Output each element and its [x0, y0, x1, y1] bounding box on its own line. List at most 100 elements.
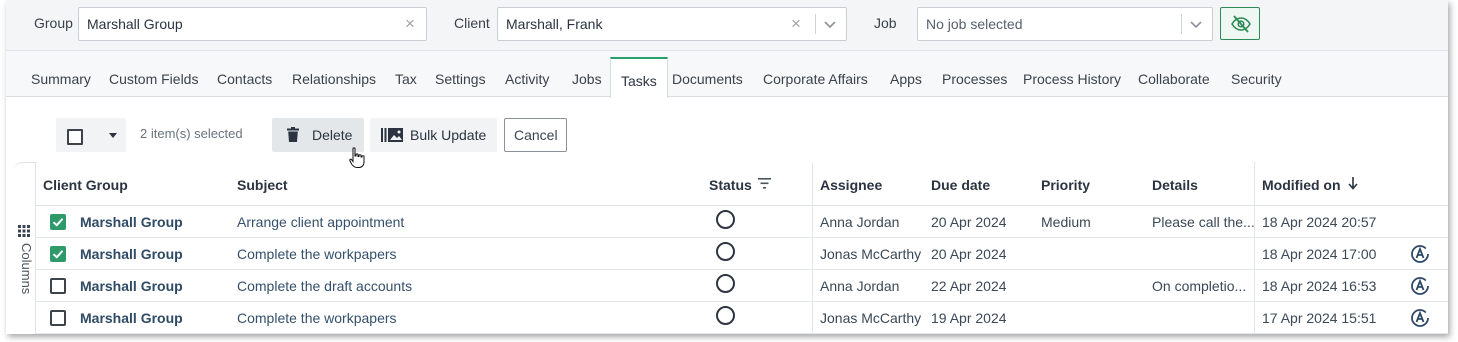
tab-collaborate[interactable]: Collaborate — [1138, 71, 1210, 87]
table-row[interactable]: Marshall Group Complete the draft accoun… — [36, 270, 1448, 302]
group-label: Group — [34, 15, 73, 31]
tab-tax[interactable]: Tax — [395, 71, 417, 87]
client-select[interactable]: Marshall, Frank × — [497, 7, 847, 41]
client-group-cell[interactable]: Marshall Group — [80, 310, 183, 326]
tab-apps[interactable]: Apps — [890, 71, 922, 87]
columns-label: Columns — [19, 243, 34, 295]
modified-on-cell: 18 Apr 2024 20:57 — [1262, 214, 1377, 230]
header-status[interactable]: Status — [709, 177, 752, 193]
group-value: Marshall Group — [87, 16, 183, 32]
status-not-started-icon[interactable] — [716, 210, 735, 229]
automation-icon[interactable] — [1410, 276, 1430, 296]
header-details[interactable]: Details — [1152, 177, 1198, 193]
job-label: Job — [874, 15, 897, 31]
table-row[interactable]: Marshall Group Complete the workpapers J… — [36, 302, 1448, 334]
client-group-cell[interactable]: Marshall Group — [80, 246, 183, 262]
details-cell: On completio... — [1152, 278, 1247, 294]
trash-icon — [287, 127, 299, 142]
subject-cell[interactable]: Complete the workpapers — [237, 310, 397, 326]
job-select[interactable]: No job selected — [917, 7, 1213, 41]
toggle-visibility-button[interactable] — [1220, 7, 1260, 40]
modified-on-cell: 17 Apr 2024 15:51 — [1262, 310, 1377, 326]
header-assignee[interactable]: Assignee — [820, 177, 882, 193]
chevron-down-icon[interactable] — [823, 17, 837, 31]
due-date-cell: 20 Apr 2024 — [931, 246, 1007, 262]
assignee-cell: Jonas McCarthy — [820, 310, 922, 326]
header-due-date[interactable]: Due date — [931, 177, 990, 193]
tab-relationships[interactable]: Relationships — [292, 71, 376, 87]
tab-security[interactable]: Security — [1231, 71, 1282, 87]
status-not-started-icon[interactable] — [716, 274, 735, 293]
table-row[interactable]: Marshall Group Complete the workpapers J… — [36, 238, 1448, 270]
columns-toggle[interactable]: Columns — [13, 162, 36, 334]
due-date-cell: 22 Apr 2024 — [931, 278, 1007, 294]
tab-process-history[interactable]: Process History — [1023, 71, 1121, 87]
row-checkbox[interactable] — [50, 214, 66, 230]
job-placeholder: No job selected — [926, 16, 1023, 32]
assignee-cell: Jonas McCarthy — [820, 246, 922, 262]
modified-on-cell: 18 Apr 2024 16:53 — [1262, 278, 1377, 294]
row-checkbox[interactable] — [50, 246, 66, 262]
priority-cell: Medium — [1041, 214, 1091, 230]
tab-processes[interactable]: Processes — [942, 71, 1007, 87]
clear-icon[interactable]: × — [405, 14, 415, 34]
header-priority[interactable]: Priority — [1041, 177, 1090, 193]
subject-cell[interactable]: Arrange client appointment — [237, 214, 404, 230]
header-modified-on[interactable]: Modified on — [1262, 177, 1341, 193]
chevron-down-icon[interactable] — [1189, 17, 1203, 31]
grid-dots-icon — [18, 225, 30, 237]
cancel-label: Cancel — [514, 127, 558, 143]
clear-icon[interactable]: × — [791, 14, 801, 34]
tab-activity[interactable]: Activity — [505, 71, 549, 87]
status-not-started-icon[interactable] — [716, 242, 735, 261]
header-subject[interactable]: Subject — [237, 177, 288, 193]
assignee-cell: Anna Jordan — [820, 214, 900, 230]
tab-bar: Summary Custom Fields Contacts Relations… — [6, 50, 1448, 98]
selection-count: 2 item(s) selected — [140, 126, 243, 141]
checkmark-icon — [52, 250, 64, 259]
tasks-grid: Columns Client Group Subject Status Assi… — [13, 162, 1448, 334]
client-value: Marshall, Frank — [506, 16, 603, 32]
divider — [815, 14, 816, 34]
eye-off-icon — [1231, 15, 1251, 33]
select-all-checkbox[interactable] — [67, 129, 83, 145]
row-checkbox[interactable] — [50, 310, 66, 326]
table-row[interactable]: Marshall Group Arrange client appointmen… — [36, 206, 1448, 238]
delete-label: Delete — [312, 127, 353, 143]
tab-documents[interactable]: Documents — [672, 71, 743, 87]
automation-icon[interactable] — [1410, 308, 1430, 328]
status-not-started-icon[interactable] — [716, 306, 735, 325]
client-group-cell[interactable]: Marshall Group — [80, 278, 183, 294]
header-client-group[interactable]: Client Group — [43, 177, 128, 193]
app-window: Group Marshall Group × Client Marshall, … — [6, 0, 1448, 334]
bulk-update-label: Bulk Update — [410, 127, 487, 143]
tab-summary[interactable]: Summary — [31, 71, 91, 87]
due-date-cell: 19 Apr 2024 — [931, 310, 1007, 326]
client-group-cell[interactable]: Marshall Group — [80, 214, 183, 230]
subject-cell[interactable]: Complete the draft accounts — [237, 278, 412, 294]
tab-custom-fields[interactable]: Custom Fields — [109, 71, 198, 87]
select-all-dropdown[interactable] — [56, 118, 126, 152]
filter-bar: Group Marshall Group × Client Marshall, … — [6, 0, 1448, 50]
tab-jobs[interactable]: Jobs — [572, 71, 602, 87]
filter-icon[interactable] — [758, 178, 771, 189]
subject-cell[interactable]: Complete the workpapers — [237, 246, 397, 262]
bulk-update-button[interactable]: Bulk Update — [370, 118, 497, 152]
divider — [1181, 14, 1182, 34]
cancel-button[interactable]: Cancel — [504, 118, 567, 152]
automation-icon[interactable] — [1410, 244, 1430, 264]
client-label: Client — [454, 15, 490, 31]
tab-contacts[interactable]: Contacts — [217, 71, 272, 87]
bulk-update-icon — [381, 128, 403, 142]
tab-settings[interactable]: Settings — [435, 71, 486, 87]
sort-descending-icon[interactable] — [1348, 177, 1358, 190]
row-checkbox[interactable] — [50, 278, 66, 294]
checkmark-icon — [52, 218, 64, 227]
tab-corporate-affairs[interactable]: Corporate Affairs — [763, 71, 868, 87]
group-select[interactable]: Marshall Group × — [78, 7, 427, 41]
tab-tasks[interactable]: Tasks — [610, 57, 668, 98]
caret-down-icon[interactable] — [109, 133, 117, 138]
modified-on-cell: 18 Apr 2024 17:00 — [1262, 246, 1377, 262]
due-date-cell: 20 Apr 2024 — [931, 214, 1007, 230]
assignee-cell: Anna Jordan — [820, 278, 900, 294]
